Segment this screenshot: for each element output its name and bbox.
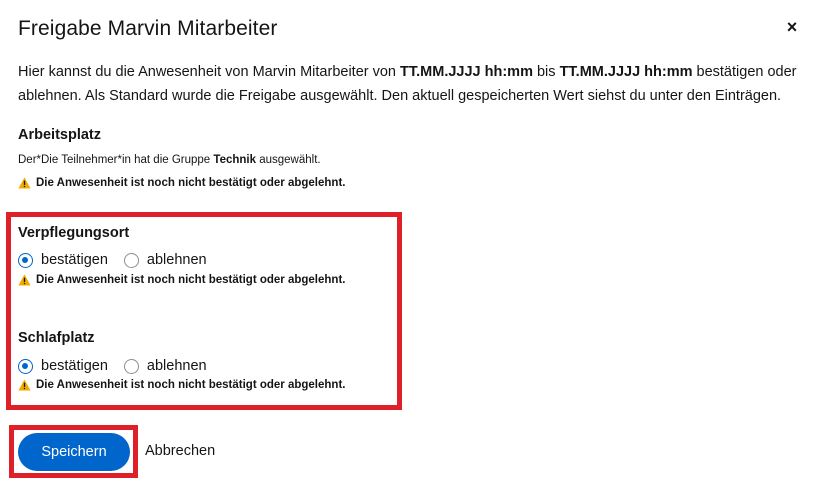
section-title-verpflegungsort: Verpflegungsort: [18, 225, 130, 241]
radio-schlafplatz-confirm[interactable]: bestätigen: [18, 358, 108, 374]
warning-verpflegungsort: Die Anwesenheit ist noch nicht bestätigt…: [18, 274, 345, 286]
radio-button[interactable]: [123, 252, 139, 268]
date-from: TT.MM.JJJJ hh:mm: [400, 64, 533, 80]
radio-schlafplatz-reject[interactable]: ablehnen: [123, 358, 207, 374]
radio-button-checked[interactable]: [18, 358, 33, 374]
warning-arbeitsplatz: Die Anwesenheit ist noch nicht bestätigt…: [18, 177, 345, 189]
group-info: Der*Die Teilnehmer*in hat die Gruppe Tec…: [18, 154, 321, 166]
intro-text: Hier kannst du die Anwesenheit von Marvi…: [18, 64, 797, 104]
radio-group-verpflegungsort: bestätigen ablehnen: [18, 252, 207, 268]
date-to: TT.MM.JJJJ hh:mm: [559, 64, 693, 80]
radio-group-schlafplatz: bestätigen ablehnen: [18, 358, 207, 374]
group-name: Technik: [213, 154, 257, 166]
radio-verpflegungsort-reject[interactable]: ablehnen: [123, 252, 207, 268]
section-title-arbeitsplatz: Arbeitsplatz: [18, 127, 101, 143]
cancel-button[interactable]: Abbrechen: [145, 443, 215, 459]
section-title-schlafplatz: Schlafplatz: [18, 330, 95, 346]
radio-button[interactable]: [123, 358, 139, 374]
save-button[interactable]: Speichern: [18, 433, 130, 471]
close-icon[interactable]: ×: [782, 16, 802, 38]
modal-title: Freigabe Marvin Mitarbeiter: [18, 17, 278, 40]
warning-triangle-icon: [18, 177, 31, 189]
warning-schlafplatz: Die Anwesenheit ist noch nicht bestätigt…: [18, 379, 345, 391]
warning-triangle-icon: [18, 274, 31, 286]
radio-button-checked[interactable]: [18, 252, 33, 268]
warning-triangle-icon: [18, 379, 31, 391]
radio-verpflegungsort-confirm[interactable]: bestätigen: [18, 252, 108, 268]
